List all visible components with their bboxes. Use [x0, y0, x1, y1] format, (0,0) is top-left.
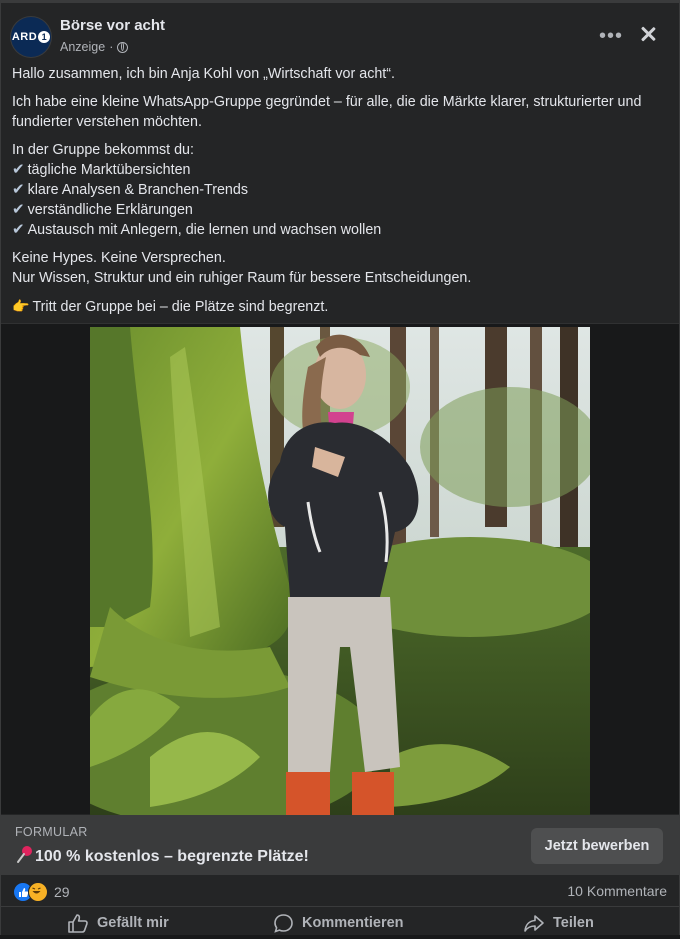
ard-logo-one: 1 [38, 31, 51, 43]
comments-count-link[interactable]: 10 Kommentare [567, 883, 667, 899]
pushpin-icon [15, 845, 34, 864]
sponsored-label[interactable]: Anzeige [60, 40, 105, 54]
close-icon[interactable] [633, 19, 663, 49]
list-item: ✔ tägliche Marktübersichten [12, 161, 191, 178]
more-options-icon[interactable]: ••• [599, 25, 623, 48]
like-label: Gefällt mir [97, 915, 169, 931]
call-to-action-text: 👉 Tritt der Gruppe bei – die Plätze sind … [12, 298, 329, 315]
separator-dot: · [109, 40, 114, 54]
haha-reaction-icon [28, 882, 48, 902]
lead-form-cta-bar[interactable]: FORMULAR 100 % kostenlos – begrenzte Plä… [1, 815, 679, 875]
post-paragraph: Ich habe eine kleine WhatsApp-Gruppe geg… [12, 94, 642, 130]
closing-line-2: Nur Wissen, Struktur und ein ruhiger Rau… [12, 270, 472, 286]
pointing-hand-icon: 👉 [12, 298, 30, 314]
like-button[interactable]: Gefällt mir [67, 913, 169, 933]
reaction-summary[interactable]: 29 [13, 882, 70, 902]
list-heading: In der Gruppe bekommst du: [12, 142, 194, 158]
closing-line-1: Keine Hypes. Keine Versprechen. [12, 250, 226, 266]
page-name-link[interactable]: Börse vor acht [60, 17, 165, 34]
post-header: ARD 1 Börse vor acht Anzeige · ••• [11, 13, 669, 59]
thumbs-up-icon [68, 914, 88, 933]
ard-logo-text: ARD [11, 31, 38, 43]
globe-icon [117, 41, 129, 53]
forest-woman-photo [90, 327, 590, 816]
comment-bubble-icon [274, 914, 293, 933]
reaction-count: 29 [54, 884, 70, 900]
comment-button[interactable]: Kommentieren [273, 913, 404, 933]
cta-label: FORMULAR [15, 825, 88, 839]
checkmark-icon: ✔ [12, 201, 25, 218]
list-item: ✔ klare Analysen & Branchen-Trends [12, 181, 248, 198]
sponsored-post-card: ARD 1 Börse vor acht Anzeige · ••• Hallo … [0, 3, 680, 935]
checkmark-icon: ✔ [12, 221, 25, 238]
list-item: ✔ Austausch mit Anlegern, die lernen und … [12, 221, 382, 238]
share-arrow-icon [524, 915, 544, 932]
post-intro: Hallo zusammen, ich bin Anja Kohl von „W… [12, 66, 395, 82]
cta-title: 100 % kostenlos – begrenzte Plätze! [15, 845, 309, 866]
post-photo[interactable] [90, 327, 590, 816]
benefits-list: In der Gruppe bekommst du: ✔ tägliche Mar… [12, 140, 667, 240]
share-label: Teilen [553, 915, 594, 931]
apply-now-button[interactable]: Jetzt bewerben [531, 828, 663, 864]
page-avatar[interactable]: ARD 1 [11, 17, 51, 57]
list-item: ✔ verständliche Erklärungen [12, 201, 193, 218]
closing-text: Keine Hypes. Keine Versprechen. Nur Wiss… [12, 248, 667, 288]
checkmark-icon: ✔ [12, 161, 25, 178]
share-button[interactable]: Teilen [523, 913, 594, 933]
post-action-bar: Gefällt mir Kommentieren Teilen [1, 906, 679, 939]
sponsored-line: Anzeige · [60, 40, 129, 54]
comment-label: Kommentieren [302, 915, 404, 931]
checkmark-icon: ✔ [12, 181, 25, 198]
post-image-area[interactable] [1, 323, 679, 816]
post-text: Hallo zusammen, ich bin Anja Kohl von „W… [12, 64, 667, 325]
